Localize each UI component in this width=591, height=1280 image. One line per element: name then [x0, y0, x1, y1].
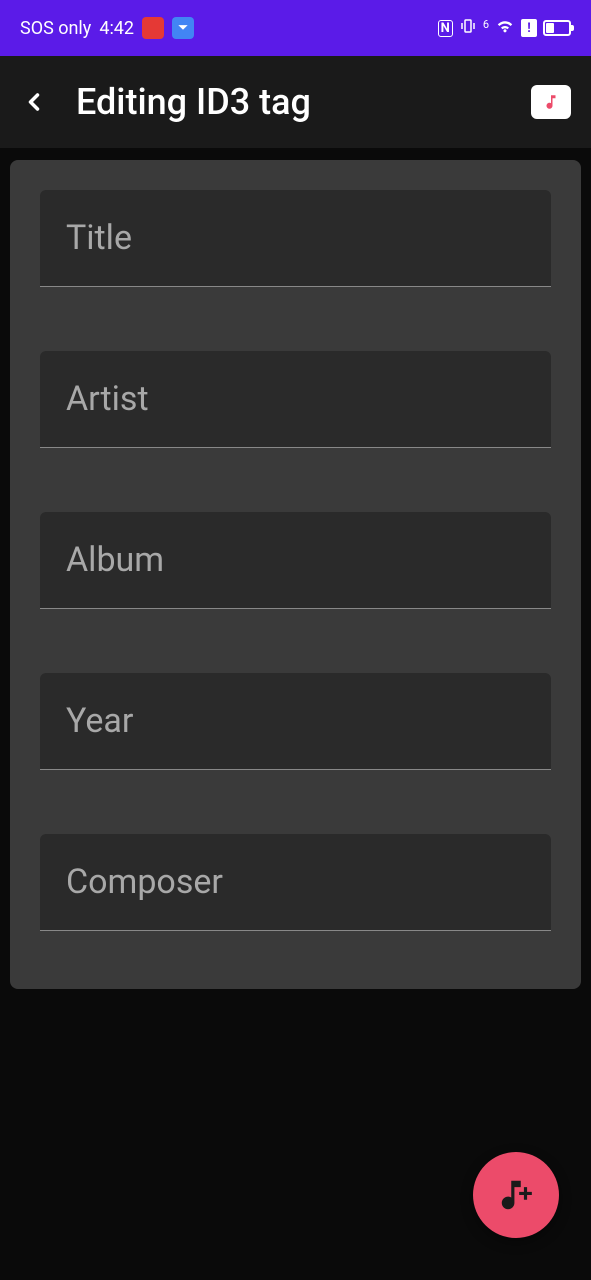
back-button[interactable]	[20, 88, 48, 116]
music-folder-button[interactable]	[531, 85, 571, 119]
artist-field[interactable]	[40, 351, 551, 448]
battery-icon	[543, 20, 571, 36]
artist-input[interactable]	[66, 379, 525, 419]
fab-add-music[interactable]	[473, 1152, 559, 1238]
vibrate-icon	[459, 17, 477, 40]
wifi-prefix: 6	[483, 18, 489, 31]
nfc-icon: N	[438, 20, 453, 37]
wifi-icon	[495, 18, 515, 39]
clock-time: 4:42	[99, 18, 134, 39]
year-input[interactable]	[66, 701, 525, 741]
status-bar: SOS only 4:42 N 6 !	[0, 0, 591, 56]
year-field[interactable]	[40, 673, 551, 770]
notification-icon-red	[142, 17, 164, 39]
composer-input[interactable]	[66, 862, 525, 902]
page-title: Editing ID3 tag	[76, 81, 503, 123]
form-card	[10, 160, 581, 989]
status-right-group: N 6 !	[438, 17, 571, 40]
album-input[interactable]	[66, 540, 525, 580]
album-field[interactable]	[40, 512, 551, 609]
music-note-plus-icon	[497, 1176, 535, 1214]
composer-field[interactable]	[40, 834, 551, 931]
title-input[interactable]	[66, 218, 525, 258]
network-status: SOS only	[20, 18, 91, 39]
notification-icon-blue	[172, 17, 194, 39]
music-note-icon	[542, 93, 560, 111]
warning-icon: !	[521, 19, 537, 37]
status-left-group: SOS only 4:42	[20, 17, 194, 39]
app-header: Editing ID3 tag	[0, 56, 591, 148]
title-field[interactable]	[40, 190, 551, 287]
